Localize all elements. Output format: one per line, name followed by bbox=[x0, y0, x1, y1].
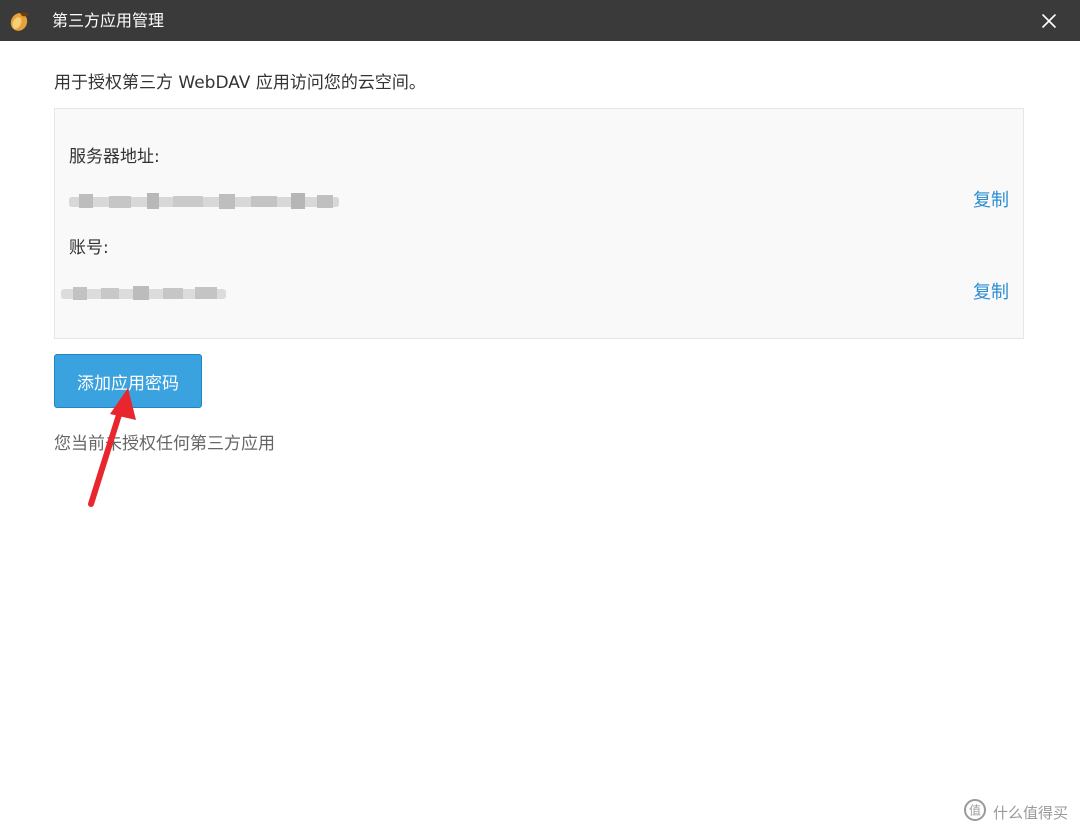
copy-account-button[interactable]: 复制 bbox=[973, 281, 1009, 305]
server-address-label: 服务器地址: bbox=[69, 147, 160, 167]
close-icon[interactable] bbox=[1036, 8, 1062, 34]
add-app-password-button[interactable]: 添加应用密码 bbox=[54, 354, 202, 408]
account-label: 账号: bbox=[69, 238, 109, 258]
title-bar: 第三方应用管理 bbox=[0, 0, 1080, 41]
copy-server-address-button[interactable]: 复制 bbox=[973, 189, 1009, 213]
server-address-value-redacted[interactable] bbox=[69, 189, 339, 213]
dialog-content: 用于授权第三方 WebDAV 应用访问您的云空间。 服务器地址: 复制 账号: bbox=[0, 41, 1080, 836]
window-title: 第三方应用管理 bbox=[52, 11, 165, 30]
intro-text: 用于授权第三方 WebDAV 应用访问您的云空间。 bbox=[54, 73, 426, 93]
watermark-text: 什么值得买 bbox=[992, 803, 1068, 822]
app-window: 第三方应用管理 用于授权第三方 WebDAV 应用访问您的云空间。 服务器地址: bbox=[0, 0, 1080, 836]
account-value-redacted[interactable] bbox=[61, 281, 226, 305]
watermark: 值 什么值得买 bbox=[963, 798, 1068, 826]
empty-state-text: 您当前未授权任何第三方应用 bbox=[54, 434, 275, 454]
smzdm-logo-icon: 值 bbox=[963, 798, 987, 826]
svg-text:值: 值 bbox=[969, 803, 981, 818]
acorn-app-icon bbox=[8, 9, 32, 33]
webdav-info-panel: 服务器地址: 复制 账号: 复制 bbox=[54, 108, 1024, 339]
